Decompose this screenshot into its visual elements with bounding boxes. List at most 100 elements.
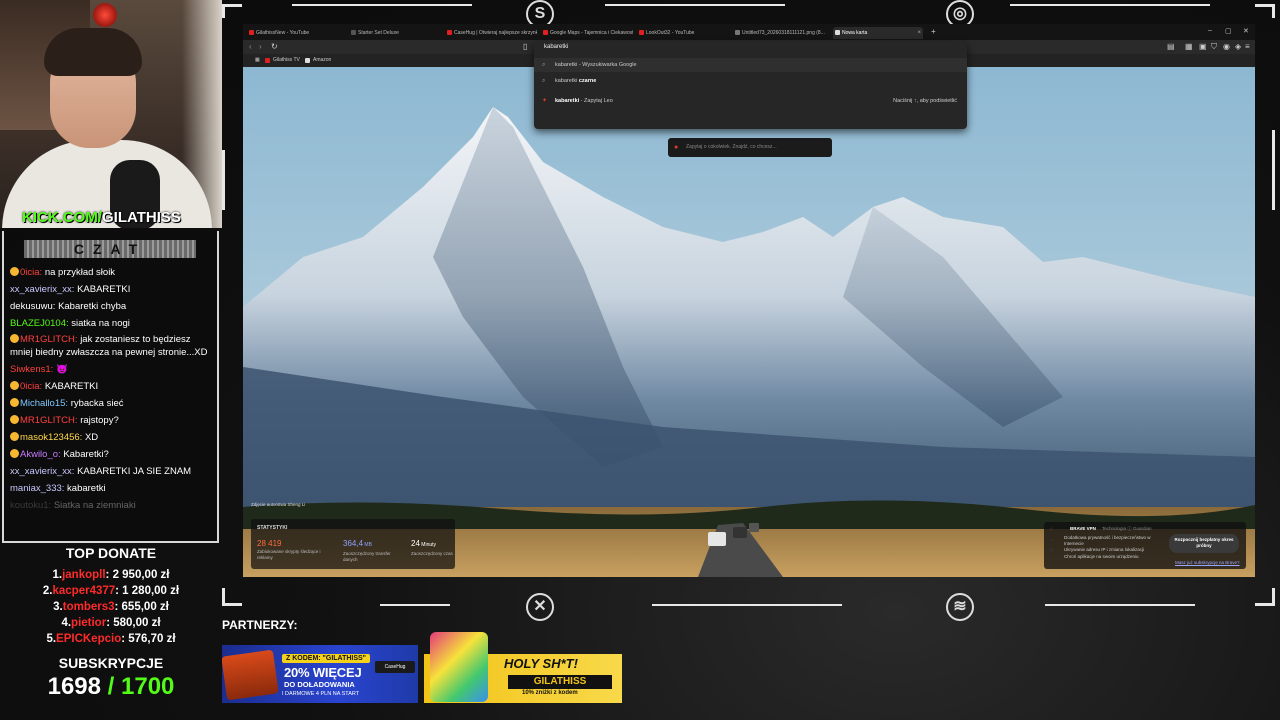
tab-title: Starter Set Deluxe (358, 30, 399, 36)
vpn-bullet: Ukrywanie adresu IP i zmiana lokalizacji (1064, 547, 1144, 552)
omnibox-suggestion[interactable]: ✦ kabaretki - Zapytaj Leo Naciśnij ↑, aby … (534, 94, 967, 108)
browser-tab[interactable]: Starter Set Deluxe (349, 27, 439, 39)
bookmark-amazon[interactable]: Amazon (305, 57, 331, 64)
webcam-feed (0, 0, 222, 228)
donor-amount: : 655,00 zł (114, 601, 169, 613)
vpn-subtitle: Technologia ⓘ Guardian (1102, 526, 1152, 531)
user-badge-icon (10, 415, 19, 424)
chat-username[interactable]: MR1GLITCH: (20, 415, 78, 426)
chat-username[interactable]: Michallo15: (20, 398, 68, 409)
chat-username[interactable]: BLAZEJ0104: (10, 318, 69, 329)
chest-image (222, 649, 279, 701)
chat-text: rajstopy? (80, 415, 119, 426)
vpn-icon[interactable]: ◈ (1235, 42, 1241, 52)
maximize-button[interactable]: ▢ (1225, 27, 1232, 35)
tab-title: GilathissNew - YouTube (256, 30, 310, 36)
user-badge-icon (10, 398, 19, 407)
casehug-banner[interactable]: Z KODEM: "GILATHISS" CaseHug 20% WIĘCEJ … (222, 645, 418, 703)
close-tab-icon[interactable]: × (917, 27, 921, 39)
profile-icon[interactable]: ◉ (1223, 42, 1230, 52)
chat-message: BLAZEJ0104: siatka na nogi (10, 315, 210, 332)
user-badge-icon (10, 334, 19, 343)
donor-rank: 5. (46, 633, 57, 645)
frame-line (222, 150, 225, 210)
browser-tab[interactable]: Untitled73_20260318111121.png (8... (733, 27, 829, 39)
casehug-subline: DO DOŁADOWANIA (284, 680, 355, 689)
chat-message: dekusuwu: Kabaretki chyba (10, 298, 210, 315)
browser-tab[interactable]: LookOut32 - YouTube (637, 27, 729, 39)
casehug-code: Z KODEM: "GILATHISS" (282, 654, 371, 663)
bookmark-gilathiss[interactable]: Gilathiss TV (265, 57, 300, 64)
browser-tab[interactable]: Google Maps - Tajemnica i Ciekawostki (541, 27, 633, 39)
chat-username[interactable]: MR1GLITCH: (20, 334, 78, 345)
donor-row: 4.pietior: 580,00 zł (0, 615, 222, 631)
frame-line (652, 604, 842, 606)
chat-username[interactable]: dekusuwu: (10, 301, 55, 312)
close-window-button[interactable]: ✕ (1243, 27, 1249, 35)
frame-corner (222, 4, 242, 7)
omnibox-suggestion[interactable]: ⌕ kabaretki czarne (534, 74, 967, 88)
stats-title: STATYSTYKI (257, 525, 288, 531)
minimize-button[interactable]: – (1208, 27, 1212, 34)
chat-message: maniax_333: kabaretki (10, 480, 210, 497)
menu-icon[interactable]: ≡ (1245, 42, 1250, 52)
browser-tab[interactable]: CaseHug | Otwieraj najlepsze skrzynki (445, 27, 537, 39)
chat-username[interactable]: masok123456: (20, 432, 82, 443)
frame-line (605, 4, 785, 6)
browser-tab[interactable]: Nowa karta × (833, 27, 923, 39)
donor-name: tombers3 (62, 601, 115, 613)
vpn-bullet: Chroń aplikacje na swoim urządzeniu (1064, 554, 1139, 559)
chat-username[interactable]: xx_xavierix_xx: (10, 284, 74, 295)
chat-text: KABARETKI (44, 381, 99, 392)
kick-channel-url: KICK.COM/GILATHISS (22, 209, 181, 226)
chat-message: MR1GLITCH: jak zostaniesz to będziesz mn… (10, 332, 210, 361)
stream-layout: KICK.COM/GILATHISS CZAT 0icia: na przykł… (0, 0, 1280, 720)
forward-icon[interactable]: › (259, 42, 262, 52)
brave-vpn-widget: BRAVE VPN Technologia ⓘ Guardian Dodatko… (1044, 522, 1246, 569)
bookmark-icon[interactable]: ▯ (523, 42, 527, 52)
vpn-trial-button[interactable]: Rozpocznij bezpłatny okres próbny (1169, 534, 1239, 553)
donor-rank: 3. (53, 601, 63, 613)
top-donate-list: 1.jankopll: 2 950,00 zł 2.kacper4377: 1 2… (0, 567, 222, 647)
chat-username[interactable]: Akwilo_o: (20, 449, 61, 460)
holy-code: GILATHISS (508, 675, 612, 689)
donor-rank: 1. (52, 569, 63, 581)
grid-logo-icon: ✕ (526, 593, 554, 621)
chat-message: xx_xavierix_xx: KABARETKI JA SIE ZNAM (10, 463, 210, 480)
chat-username[interactable]: xx_xavierix_xx: (10, 466, 74, 477)
chat-username[interactable]: 0icia: (20, 267, 42, 278)
chat-text: na przykład słoik (44, 267, 116, 278)
new-tab-button[interactable]: + (931, 27, 936, 37)
chat-text: XD (84, 432, 99, 443)
extensions-icon[interactable]: ▦ (1185, 42, 1193, 52)
donor-name: pietior (71, 617, 107, 629)
shields-icon[interactable]: ⛉ (1211, 42, 1217, 52)
omnibox-suggestion[interactable]: ⌕ kabaretki - Wyszukiwarka Google (534, 58, 967, 72)
sidebar-icon[interactable]: ▤ (1167, 42, 1175, 52)
tab-favicon-icon (835, 30, 840, 35)
vpn-subscription-link[interactable]: Masz już subskrypcję na Brave? (1175, 560, 1240, 565)
browser-tab[interactable]: GilathissNew - YouTube (247, 27, 343, 39)
apps-icon[interactable]: ▦ (247, 57, 260, 64)
chat-username[interactable]: koutoku1: (10, 500, 51, 511)
reload-icon[interactable]: ↻ (271, 42, 278, 52)
chat-username[interactable]: maniax_333: (10, 483, 64, 494)
chat-username[interactable]: 0icia: (20, 381, 42, 392)
top-donate-title: TOP DONATE (65, 545, 157, 561)
user-badge-icon (10, 267, 19, 276)
back-icon[interactable]: ‹ (249, 42, 252, 52)
vpn-title: BRAVE VPN (1070, 526, 1096, 531)
leo-search-box[interactable]: ● Zapytaj o cokolwiek. Znajdź, co chcesz.… (668, 138, 832, 157)
chat-text: KABARETKI (77, 284, 131, 295)
donor-row: 3.tombers3: 655,00 zł (0, 599, 222, 615)
subs-label: SUBSKRYPCJE (58, 655, 164, 671)
donor-name: jankopll (62, 569, 106, 581)
chat-message: xx_xavierix_xx: KABARETKI (10, 281, 210, 298)
chat-text: kabaretki (67, 483, 106, 494)
omnibox-input[interactable]: kabaretki (544, 44, 568, 50)
chat-message: Michallo15: rybacka sieć (10, 395, 210, 412)
wallet-icon[interactable]: ▣ (1199, 42, 1207, 52)
chat-username[interactable]: Siwkens1: (10, 364, 53, 375)
chat-message: MR1GLITCH: rajstopy? (10, 412, 210, 429)
user-badge-icon (10, 381, 19, 390)
